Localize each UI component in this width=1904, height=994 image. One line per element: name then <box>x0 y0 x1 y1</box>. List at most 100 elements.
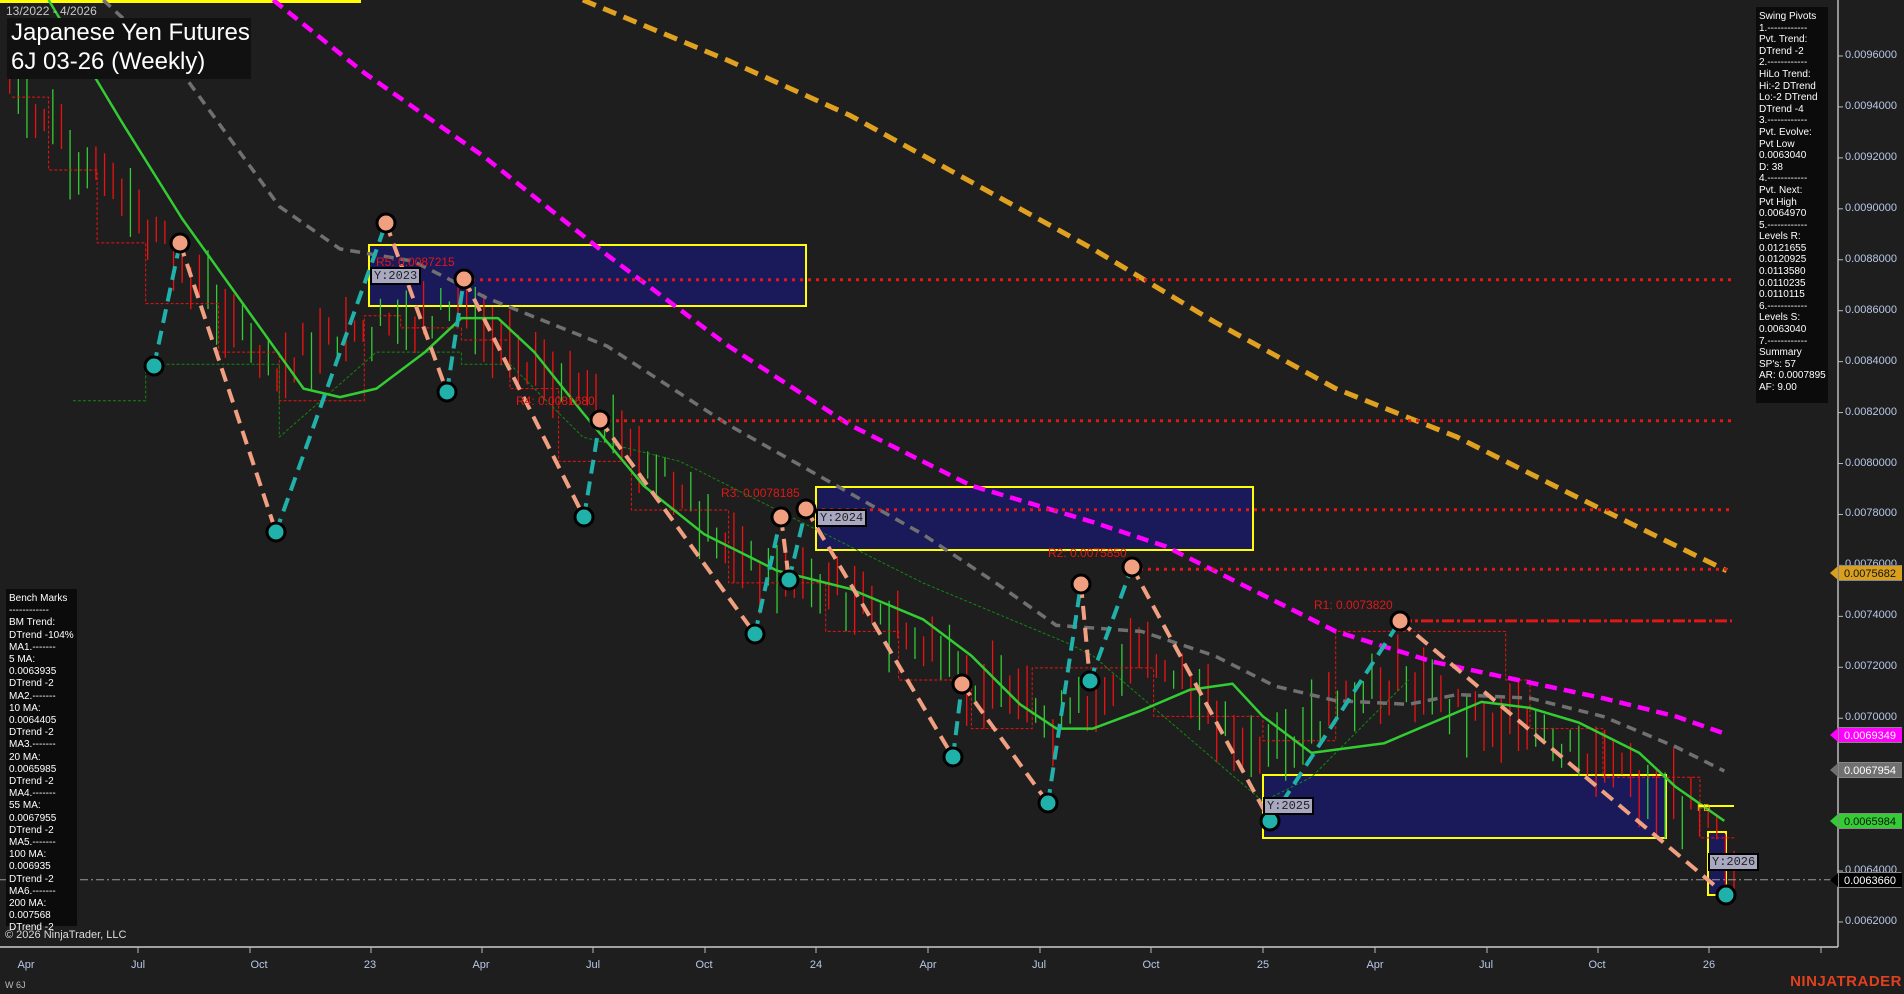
swing-pivot-line: Pvt. Trend: <box>1759 34 1808 46</box>
resistance-label: R1: 0.0073820 <box>1314 598 1393 612</box>
resistance-label: R4: 0.0081680 <box>516 394 595 408</box>
bench-mark-line: 0.007568 <box>9 910 51 922</box>
swing-pivot-line: Pvt. Next: <box>1759 184 1803 196</box>
swing-pivot-line: 0.0110235 <box>1759 277 1806 289</box>
price-tick-label: 0.0090000 <box>1845 201 1897 214</box>
up-swing-line <box>582 419 602 518</box>
swing-low-marker <box>778 569 800 591</box>
price-tick-label: 0.0096000 <box>1845 49 1897 61</box>
swing-pivot-line: 0.0120925 <box>1759 254 1807 266</box>
up-swing-line <box>152 242 182 367</box>
price-chart[interactable] <box>0 0 1904 994</box>
swing-pivot-line: 0.0110115 <box>1759 289 1805 301</box>
bench-mark-line: 10 MA: <box>9 702 41 714</box>
fd-marker: FD <box>1697 803 1711 814</box>
down-swing-line <box>1130 566 1272 822</box>
price-tick-label: 0.0072000 <box>1845 660 1897 673</box>
time-tick-label: Jul <box>1031 959 1047 971</box>
bench-mark-line: MA4.------- <box>9 788 56 800</box>
swing-pivot-line: Swing Pivots <box>1759 11 1817 22</box>
swing-low-marker <box>1079 670 1101 692</box>
swing-high-marker <box>1389 610 1411 632</box>
ma-20-line <box>47 0 1726 822</box>
price-tick-label: 0.0094000 <box>1845 99 1897 112</box>
swing-pivot-line: 0.0063040 <box>1759 150 1807 162</box>
bench-mark-line: MA5.------- <box>9 837 56 849</box>
bench-mark-line: MA3.------- <box>9 739 56 751</box>
swing-high-marker <box>453 268 475 290</box>
swing-pivot-line: Pvt High <box>1759 196 1797 208</box>
down-swing-line <box>178 242 278 533</box>
bench-mark-line: 200 MA: <box>9 898 47 910</box>
bench-mark-line: DTrend -2 <box>9 678 54 690</box>
swing-pivot-line: 5.------------ <box>1759 219 1808 231</box>
swing-pivot-line: 3.------------ <box>1759 115 1808 127</box>
swing-pivot-line: 7.------------ <box>1759 335 1808 347</box>
time-tick-label: 26 <box>1702 959 1716 971</box>
swing-low-marker <box>744 623 766 645</box>
instrument-label: W 6J <box>5 980 26 990</box>
price-tick-label: 0.0082000 <box>1845 405 1897 418</box>
bench-mark-line: MA1.------- <box>9 641 56 653</box>
ninjatrader-logo: NINJATRADER <box>1790 973 1902 990</box>
swing-pivot-line: D: 38 <box>1759 161 1783 173</box>
time-tick-label: Jul <box>1478 959 1494 971</box>
bench-mark-line: MA6.------- <box>9 885 56 897</box>
swing-pivot-line: Hi:-2 DTrend <box>1759 80 1816 92</box>
price-tick-label: 0.0070000 <box>1845 711 1897 724</box>
bench-mark-line: DTrend -2 <box>9 727 54 739</box>
price-tick-label: 0.0080000 <box>1845 456 1897 469</box>
bench-mark-line: 0.0065985 <box>9 763 57 775</box>
swing-pivot-line: Pvt. Evolve: <box>1759 126 1812 138</box>
swing-pivot-line: AR: 0.0007895 <box>1759 370 1826 382</box>
down-swing-line <box>598 418 757 636</box>
price-tick-label: 0.0084000 <box>1845 354 1897 367</box>
bench-mark-line: 5 MA: <box>9 654 36 666</box>
price-tick-label: 0.0074000 <box>1845 609 1897 622</box>
swing-high-marker <box>589 409 611 431</box>
time-tick-label: Oct <box>1588 959 1606 971</box>
swing-low-marker <box>143 355 165 377</box>
time-tick-label: Apr <box>472 959 490 971</box>
price-tag: 0.0063660 <box>1830 871 1902 888</box>
time-tick-label: Jul <box>130 959 146 971</box>
year-zone-2 <box>1262 774 1667 839</box>
swing-pivot-line: DTrend -2 <box>1759 45 1804 57</box>
time-tick-label: Jul <box>585 959 601 971</box>
year-tag: Y:2023 <box>370 267 422 285</box>
swing-high-marker <box>951 673 973 695</box>
price-tag: 0.0069349 <box>1830 726 1902 743</box>
swing-pivots-panel: Swing Pivots 1.------------ Pvt. Trend: DTr… <box>1756 7 1828 403</box>
price-tick-label: 0.0086000 <box>1845 303 1897 316</box>
swing-high-marker <box>1121 556 1143 578</box>
price-tick-label: 0.0062000 <box>1845 914 1897 927</box>
bench-mark-line: 20 MA: <box>9 751 41 763</box>
copyright: © 2026 NinjaTrader, LLC <box>5 929 127 941</box>
price-tick-label: 0.0088000 <box>1845 252 1897 265</box>
swing-low-marker <box>436 381 458 403</box>
year-tag: Y:2025 <box>1263 797 1315 815</box>
swing-pivot-line: 2.------------ <box>1759 57 1808 69</box>
year-zone-1 <box>815 486 1254 551</box>
swing-low-marker <box>1715 884 1737 906</box>
swing-pivot-line: Levels R: <box>1759 231 1801 243</box>
swing-pivot-line: 6.------------ <box>1759 300 1808 312</box>
bench-mark-line: 55 MA: <box>9 800 41 812</box>
swing-low-marker <box>265 521 287 543</box>
ma-100-line <box>271 0 1729 737</box>
swing-pivot-line: 0.0113580 <box>1759 266 1806 278</box>
trailing-stop-line <box>12 96 1737 839</box>
instrument-name: Japanese Yen Futures <box>11 19 250 46</box>
time-tick-label: Oct <box>250 959 268 971</box>
date-range: 13/2022 - 4/2026 <box>6 4 97 18</box>
swing-pivot-line: AF: 9.00 <box>1759 382 1797 393</box>
swing-pivot-line: 0.0121655 <box>1759 242 1807 254</box>
bench-mark-line: BM Trend: <box>9 617 56 629</box>
down-swing-line <box>1398 619 1728 897</box>
price-tag: 0.0065984 <box>1830 812 1902 829</box>
bench-mark-line: 0.0067955 <box>9 812 57 824</box>
bench-mark-line: 0.006935 <box>9 861 51 873</box>
swing-pivot-line: 4.------------ <box>1759 173 1808 185</box>
up-swing-line <box>1046 583 1083 804</box>
bench-marks-panel: Bench Marks ------------ BM Trend: DTrend -… <box>6 589 77 933</box>
